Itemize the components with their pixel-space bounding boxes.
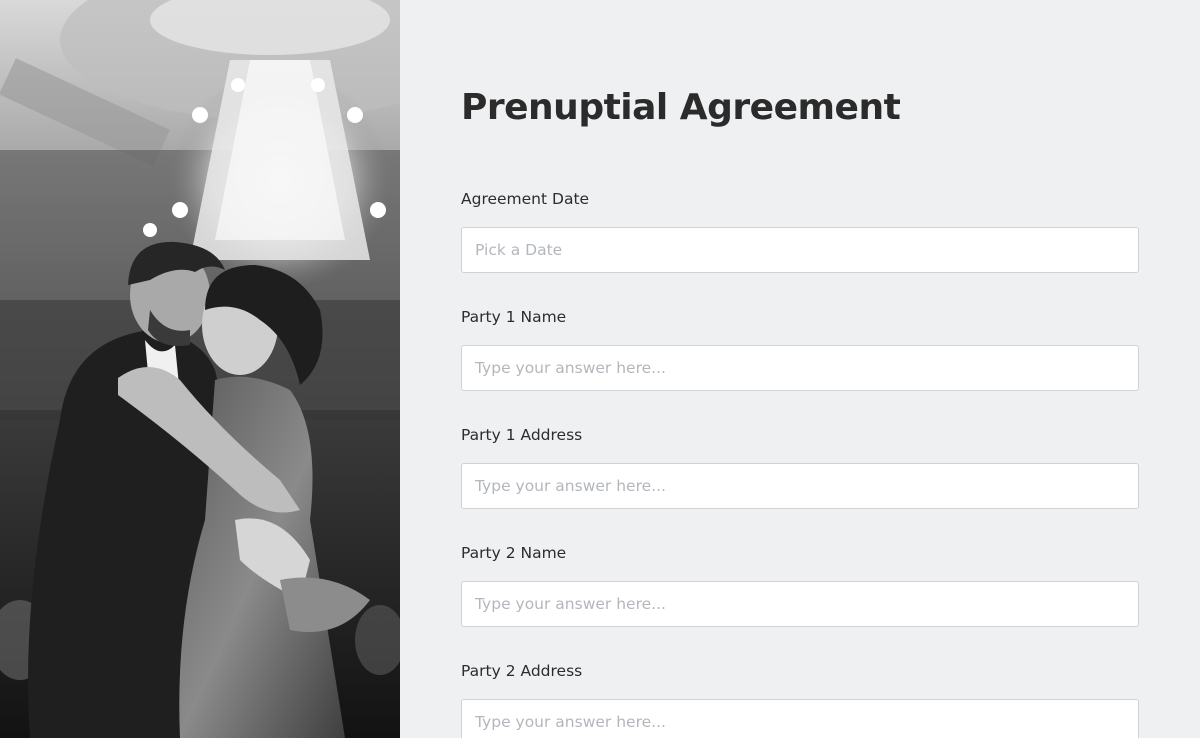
form-panel: Prenuptial Agreement Agreement Date Part…	[400, 0, 1200, 738]
wedding-photo-illustration	[0, 0, 400, 738]
party-2-address-input[interactable]	[461, 699, 1139, 738]
field-party-1-name: Party 1 Name	[461, 307, 1139, 391]
field-label-party-2-name: Party 2 Name	[461, 544, 567, 562]
agreement-form: Prenuptial Agreement Agreement Date Part…	[461, 84, 1139, 738]
page-title: Prenuptial Agreement	[461, 87, 901, 128]
field-party-1-address: Party 1 Address	[461, 425, 1139, 509]
agreement-date-input[interactable]	[461, 227, 1139, 273]
field-party-2-name: Party 2 Name	[461, 543, 1139, 627]
field-label-agreement-date: Agreement Date	[461, 190, 590, 208]
field-label-party-2-address: Party 2 Address	[461, 662, 583, 680]
wedding-photo	[0, 0, 400, 738]
field-label-party-1-name: Party 1 Name	[461, 308, 567, 326]
field-label-party-1-address: Party 1 Address	[461, 426, 583, 444]
field-agreement-date: Agreement Date	[461, 189, 1139, 273]
field-party-2-address: Party 2 Address	[461, 661, 1139, 738]
party-1-name-input[interactable]	[461, 345, 1139, 391]
party-1-address-input[interactable]	[461, 463, 1139, 509]
page: Prenuptial Agreement Agreement Date Part…	[0, 0, 1200, 738]
party-2-name-input[interactable]	[461, 581, 1139, 627]
